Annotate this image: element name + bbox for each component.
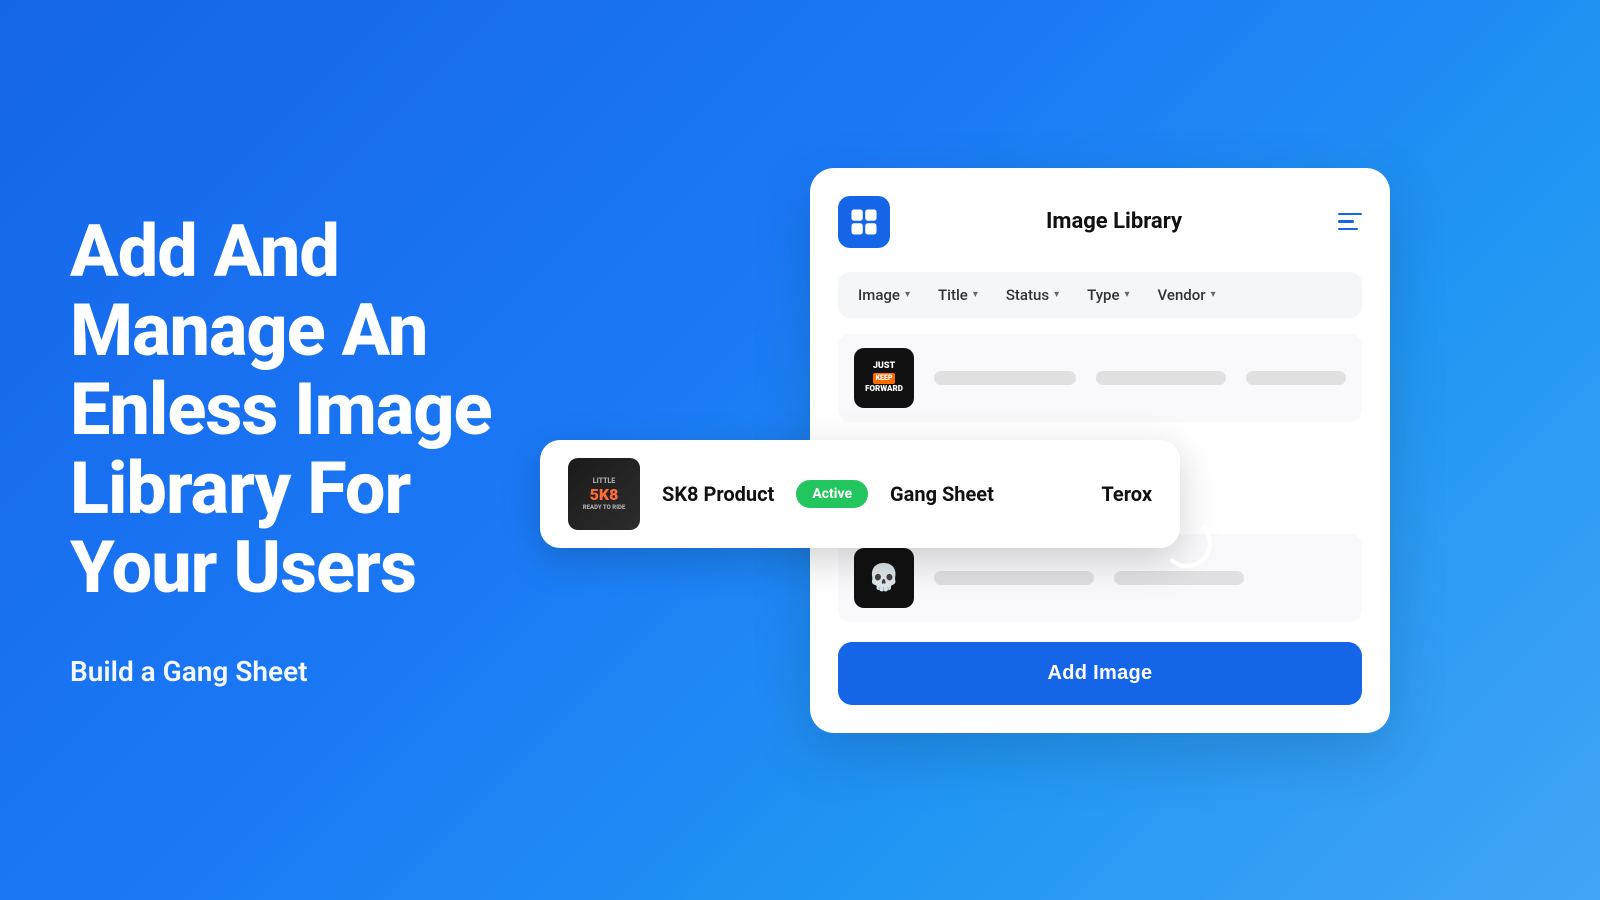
highlighted-title: SK8 Product bbox=[662, 482, 774, 506]
chevron-down-icon: ▾ bbox=[905, 289, 910, 300]
app-logo bbox=[838, 196, 890, 248]
just-keep-image: JUST KEEP FORWARD bbox=[854, 348, 914, 408]
chevron-down-icon: ▾ bbox=[1054, 289, 1059, 300]
active-badge: Active bbox=[796, 480, 868, 508]
filter-type[interactable]: Type ▾ bbox=[1087, 286, 1129, 304]
menu-icon[interactable] bbox=[1338, 213, 1362, 231]
highlighted-type: Gang Sheet bbox=[890, 482, 994, 506]
connector-arc bbox=[1162, 518, 1212, 568]
sub-heading: Build a Gang Sheet bbox=[70, 655, 530, 688]
skeleton-bar bbox=[1114, 571, 1244, 585]
filter-image[interactable]: Image ▾ bbox=[858, 286, 910, 304]
skeleton-bar bbox=[1246, 371, 1346, 385]
filter-title[interactable]: Title ▾ bbox=[938, 286, 978, 304]
chevron-down-icon: ▾ bbox=[1125, 289, 1130, 300]
highlighted-vendor: Terox bbox=[1101, 482, 1152, 506]
skeleton-bar bbox=[934, 371, 1076, 385]
skeleton-bar bbox=[934, 571, 1094, 585]
card-header: Image Library bbox=[838, 196, 1362, 248]
filter-row: Image ▾ Title ▾ Status ▾ Type ▾ Vendor ▾ bbox=[838, 272, 1362, 318]
main-heading: Add And Manage An Enless Image Library F… bbox=[70, 212, 530, 608]
add-image-button[interactable]: Add Image bbox=[838, 642, 1362, 705]
right-section: LITTLE 5K8 READY TO RIDE SK8 Product Act… bbox=[600, 0, 1600, 900]
table-row[interactable]: JUST KEEP FORWARD bbox=[838, 334, 1362, 422]
sk8-product-image: LITTLE 5K8 READY TO RIDE bbox=[568, 458, 640, 530]
filter-vendor[interactable]: Vendor ▾ bbox=[1158, 286, 1216, 304]
skeleton-bar bbox=[1096, 371, 1226, 385]
panel-title: Image Library bbox=[1046, 209, 1182, 234]
chevron-down-icon: ▾ bbox=[973, 289, 978, 300]
highlighted-row[interactable]: LITTLE 5K8 READY TO RIDE SK8 Product Act… bbox=[540, 440, 1180, 548]
skull-image: 💀 bbox=[854, 548, 914, 608]
chevron-down-icon: ▾ bbox=[1211, 289, 1216, 300]
filter-status[interactable]: Status ▾ bbox=[1006, 286, 1059, 304]
logo-icon bbox=[849, 207, 879, 237]
left-section: Add And Manage An Enless Image Library F… bbox=[0, 152, 600, 749]
